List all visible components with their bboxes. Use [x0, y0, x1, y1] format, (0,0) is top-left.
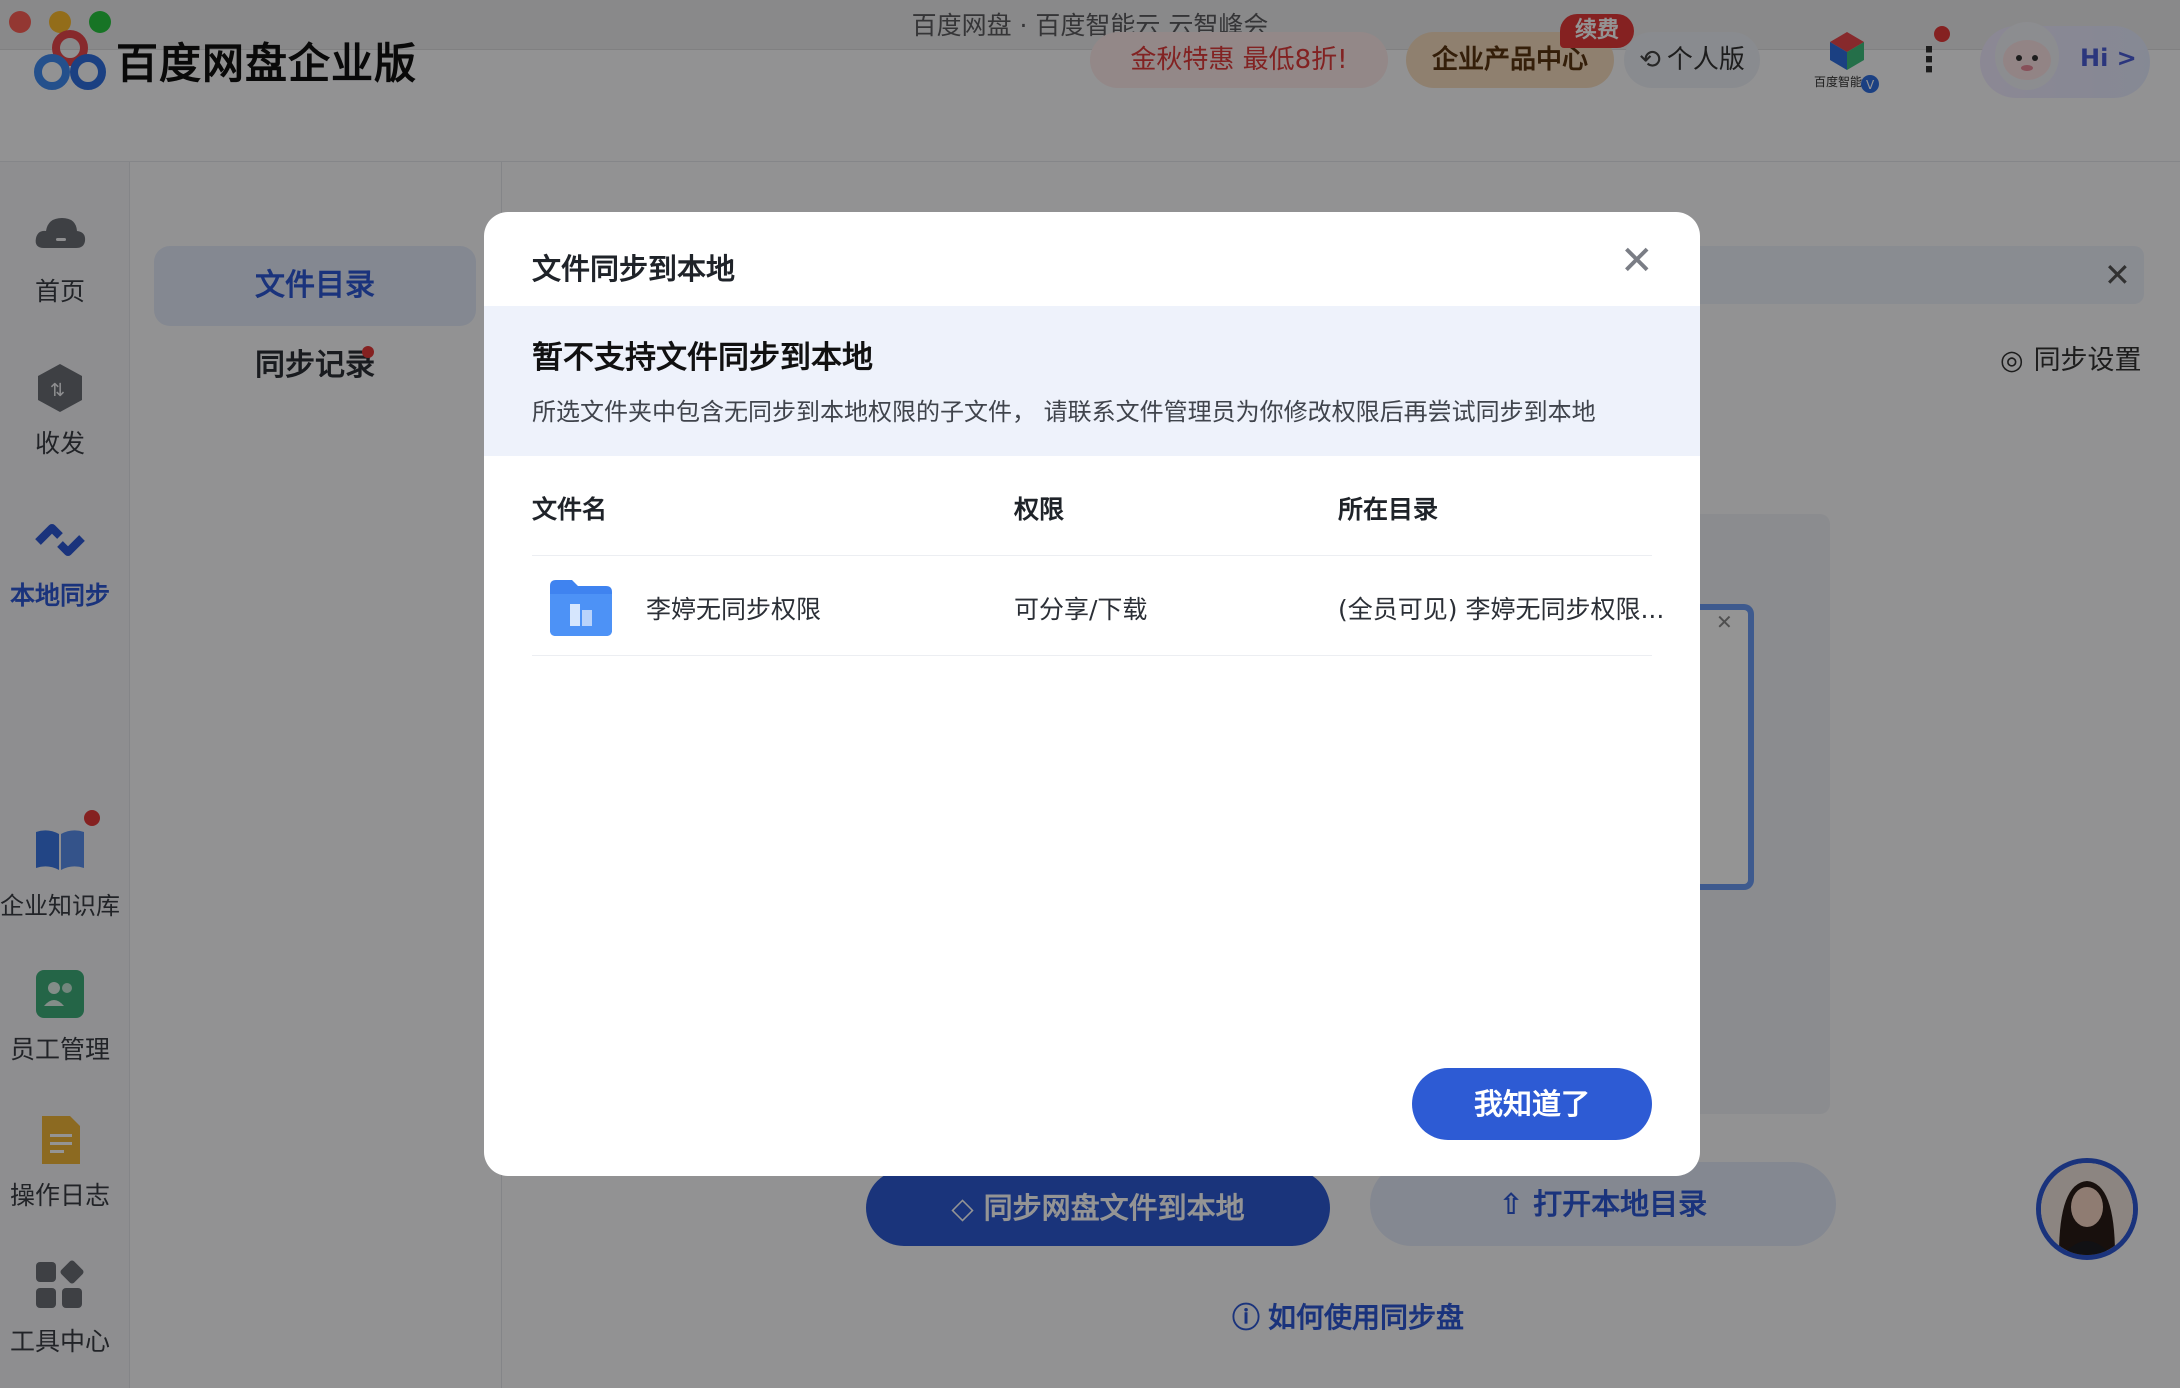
column-header-filename: 文件名: [532, 495, 608, 524]
dialog-close-icon[interactable]: ✕: [1620, 236, 1654, 286]
column-header-directory: 所在目录: [1338, 495, 1439, 524]
acknowledge-button[interactable]: 我知道了: [1412, 1068, 1652, 1140]
sync-permission-dialog: 文件同步到本地 ✕ 暂不支持文件同步到本地 所选文件夹中包含无同步到本地权限的子…: [484, 212, 1700, 1176]
column-header-permission: 权限: [1014, 495, 1065, 524]
row-directory: (全员可见) 李婷无同步权限...: [1338, 595, 1665, 624]
row-permission: 可分享/下载: [1014, 595, 1148, 624]
warning-panel: [484, 306, 1700, 456]
dialog-title: 文件同步到本地: [532, 252, 736, 286]
row-divider: [532, 655, 1652, 656]
row-filename: 李婷无同步权限: [646, 595, 822, 624]
warning-text: 所选文件夹中包含无同步到本地权限的子文件， 请联系文件管理员为你修改权限后再尝试…: [532, 398, 1596, 426]
folder-icon: [550, 580, 612, 636]
table-divider: [532, 555, 1652, 556]
warning-heading: 暂不支持文件同步到本地: [532, 340, 873, 376]
